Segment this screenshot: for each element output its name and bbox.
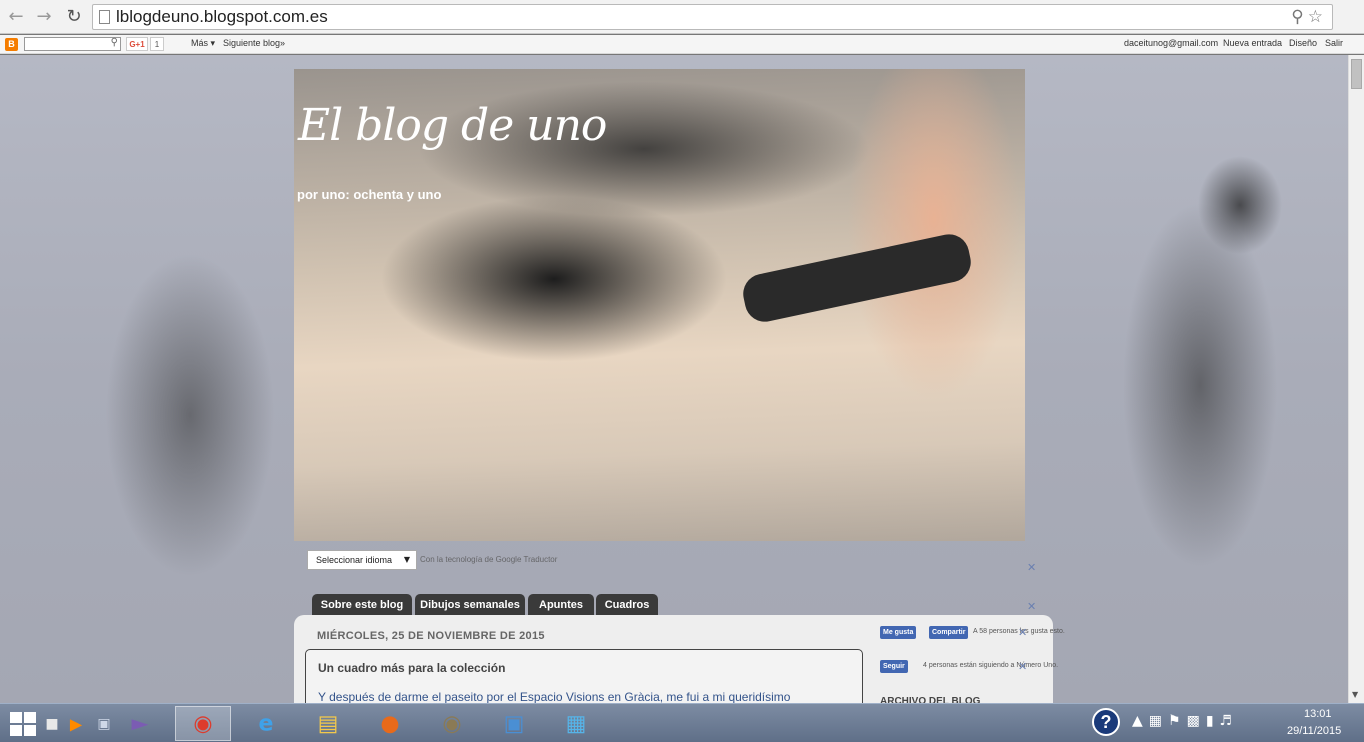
blog-search-input[interactable]: ⚲ [24,37,121,51]
edit-widget-icon[interactable]: ✕ [1018,660,1027,673]
flag-icon[interactable]: ⚑ [1168,713,1187,729]
facebook-like-button[interactable]: Me gusta [880,626,917,639]
user-email[interactable]: daceitunog@gmail.com [1124,38,1218,48]
back-arrow-icon[interactable]: ← [5,6,27,28]
browser-toolbar: ← → ↻ lblogdeuno.blogspot.com.es ⚲☆ [0,0,1364,34]
battery-icon[interactable]: ▩ [1187,713,1206,729]
tray-expand-icon[interactable]: ▲ [1132,713,1149,729]
control-panel-icon[interactable]: ▦ [548,706,604,741]
taskbar-date[interactable]: 29/11/2015 [1287,725,1341,737]
blog-description: por uno: ochenta y uno [297,187,442,202]
windows-taskbar: ■ ▶ ▣ ► ◉ e ▤ ● ◉ ▣ ▦ ? ▲▦⚑▩▮♬ [0,703,1364,742]
tab-apuntes[interactable]: Apuntes [528,594,594,616]
dropdown-arrow-icon: ▼ [403,555,410,564]
facebook-share-button[interactable]: Compartir [929,626,969,639]
gplus-count: 1 [150,37,164,51]
language-select-label: Seleccionar idioma [316,555,393,565]
new-post-link[interactable]: Nueva entrada [1223,38,1282,48]
url-text[interactable]: lblogdeuno.blogspot.com.es [116,7,328,27]
firefox-icon[interactable]: ● [362,706,418,741]
edit-widget-icon[interactable]: ✕ [1027,600,1036,613]
reload-icon[interactable]: ↻ [63,6,85,28]
chrome-icon[interactable]: ◉ [175,706,231,741]
edit-widget-icon[interactable]: ✕ [1018,626,1027,639]
file-explorer-icon[interactable]: ▤ [300,706,356,741]
scrollbar-thumb[interactable] [1351,59,1362,89]
address-bar[interactable]: lblogdeuno.blogspot.com.es ⚲☆ [92,4,1333,30]
blogger-logo-icon[interactable]: B [5,38,18,51]
blogger-navbar: B ⚲ G+1 1 Más ▾ Siguiente blog» daceitun… [0,35,1364,54]
system-tray: ▲▦⚑▩▮♬ [1132,713,1238,729]
tab-dibujos-semanales[interactable]: Dibujos semanales [415,594,525,616]
windows-icon[interactable]: ▦ [1149,713,1168,729]
post-title[interactable]: Un cuadro más para la colección [318,661,505,675]
gplus-button[interactable]: G+1 [126,37,148,51]
bookmark-star-icon[interactable]: ☆ [1308,7,1327,27]
start-button[interactable] [10,712,36,736]
tab-sobre-este-blog[interactable]: Sobre este blog [312,594,412,616]
app-icon[interactable]: ▣ [92,706,116,741]
taskbar-time[interactable]: 13:01 [1304,708,1332,720]
help-icon[interactable]: ? [1092,708,1120,736]
volume-icon[interactable]: ♬ [1220,713,1239,729]
charcoal-stick [739,230,975,326]
photo-viewer-icon[interactable]: ▣ [486,706,542,741]
zoom-icon[interactable]: ⚲ [1291,7,1307,27]
language-select[interactable]: Seleccionar idioma ▼ [307,550,417,570]
forward-arrow-icon[interactable]: → [33,6,55,28]
scroll-down-arrow-icon[interactable]: ▼ [1352,690,1358,699]
follow-button[interactable]: Seguir [880,660,908,673]
edit-widget-icon[interactable]: ✕ [1027,561,1036,574]
network-signal-icon[interactable]: ▮ [1206,713,1220,729]
post-snippet[interactable]: Y después de darme el paseito por el Esp… [318,690,790,704]
gimp-icon[interactable]: ◉ [424,706,480,741]
more-menu[interactable]: Más ▾ [191,38,215,49]
tab-cuadros[interactable]: Cuadros [596,594,658,616]
page-scrollbar[interactable]: ▼ [1348,55,1364,703]
next-blog-link[interactable]: Siguiente blog» [223,38,285,48]
design-link[interactable]: Diseño [1289,38,1317,48]
google-translate-credit[interactable]: Con la tecnología de Google Traductor [420,555,557,564]
blog-title[interactable]: El blog de uno [298,100,607,151]
search-icon[interactable]: ⚲ [111,37,118,48]
internet-explorer-icon[interactable]: e [238,706,294,741]
media-player-icon[interactable]: ▶ [64,706,88,741]
post-date-header: MIÉRCOLES, 25 DE NOVIEMBRE DE 2015 [317,630,545,642]
page-icon [99,10,110,24]
sign-out-link[interactable]: Salir [1325,38,1343,48]
show-desktop-icon[interactable]: ■ [42,706,62,741]
followers-count: 4 personas están siguiendo a Número Uno. [923,662,1059,669]
visual-studio-icon[interactable]: ► [120,706,160,741]
